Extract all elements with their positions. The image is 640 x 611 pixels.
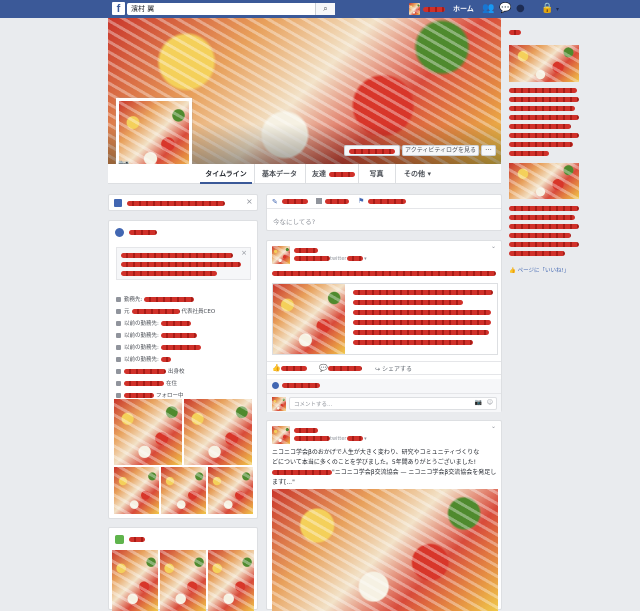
chevron-down-icon[interactable]: ▾ [556, 6, 559, 13]
photos-card [108, 527, 258, 611]
briefcase-icon [116, 321, 121, 326]
top-bar: f ⌕ ホーム 👥 💬 ● 🔒 ▾ [0, 0, 640, 18]
photo-tab[interactable] [325, 199, 349, 204]
search-box: ⌕ [127, 3, 335, 15]
comment-input[interactable]: コメントする... 📷 ☺ [289, 397, 497, 410]
photo-thumbnail[interactable] [114, 399, 182, 465]
avatar[interactable] [409, 3, 420, 15]
composer-input[interactable]: 今なにしてる? [273, 216, 315, 226]
post-card: twitter ▾ ⌄ 👍 💬 ↪ シェアする コメントする... 📷 ☺ [266, 240, 502, 412]
tab-photos[interactable]: 写真 [358, 164, 394, 184]
like-reaction-icon [272, 382, 279, 389]
briefcase-icon [116, 345, 121, 350]
briefcase-icon [116, 357, 121, 362]
lock-icon[interactable]: 🔒 [541, 3, 553, 14]
graduation-cap-icon [116, 369, 121, 374]
past-work-row: 以前の勤務先: [116, 343, 201, 351]
flag-icon: ⚑ [358, 197, 365, 205]
comment-icon: 💬 [319, 364, 328, 372]
emoji-icon[interactable]: ☺ [487, 399, 493, 406]
briefcase-icon [116, 297, 121, 302]
tab-timeline[interactable]: タイムライン [200, 164, 252, 184]
photo-icon [316, 198, 322, 204]
home-link[interactable]: ホーム [453, 4, 474, 14]
rss-icon [116, 393, 121, 398]
chevron-down-icon[interactable]: ⌄ [491, 423, 496, 430]
tab-friends[interactable]: 友達 [305, 164, 357, 184]
composer-card: ✎ ⚑ 今なにしてる? [266, 194, 502, 231]
photo-thumbnail[interactable] [208, 467, 253, 514]
location-row: 在住 [116, 379, 177, 387]
activity-log-button[interactable]: アクティビティログを見る [402, 145, 479, 156]
search-input[interactable] [131, 3, 311, 15]
like-icon: 👍 [272, 364, 281, 372]
avatar[interactable] [272, 426, 290, 444]
post-image[interactable] [272, 489, 498, 611]
link-preview[interactable] [272, 283, 498, 355]
magnifier-icon[interactable]: ⌕ [315, 3, 335, 15]
bio-box: × [116, 247, 251, 280]
photo-thumbnail[interactable] [114, 467, 159, 514]
share-button[interactable]: ↪ シェアする [375, 364, 412, 373]
briefcase-icon [116, 309, 121, 314]
location-pin-icon [116, 381, 121, 386]
more-options-button[interactable]: ··· [481, 145, 496, 156]
life-event-tab[interactable] [368, 199, 406, 204]
ad-image[interactable] [509, 163, 579, 199]
post-text: ニコニコ学会βのおかげで人生が大きく変わり、研究やコミュニティづくりな どについ… [272, 449, 497, 486]
photo-thumbnail[interactable] [112, 550, 158, 611]
author-name[interactable] [294, 428, 318, 433]
edit-icon [114, 199, 122, 207]
close-icon[interactable]: × [241, 249, 247, 257]
pencil-icon: ✎ [272, 198, 278, 206]
globe-icon [115, 228, 124, 237]
camera-icon[interactable]: 📷 [475, 399, 482, 406]
about-card: × 勤務先: 元代表社員CEO 以前の勤務先: 以前の勤務先: 以前の勤務先: … [108, 220, 258, 519]
followers-row: フォロー中 [116, 391, 184, 399]
link-preview-image [273, 284, 345, 354]
share-icon: ↪ [375, 366, 381, 373]
post-card: twitter ▾ ⌄ ニコニコ学会βのおかげで人生が大きく変わり、研究やコミュ… [266, 420, 502, 611]
facebook-logo[interactable]: f [112, 2, 125, 15]
page-like-button[interactable]: 👍 ページに「いいね!」 [509, 266, 569, 274]
avatar[interactable] [272, 246, 290, 264]
tab-about[interactable]: 基本データ [254, 164, 304, 184]
past-work-row: 以前の勤務先: [116, 319, 191, 327]
photo-thumbnail[interactable] [161, 467, 206, 514]
likers-list[interactable] [282, 383, 320, 388]
tab-more[interactable]: その他 ▾ [395, 164, 439, 184]
intro-card: × [108, 194, 258, 211]
work-row: 元代表社員CEO [116, 307, 215, 315]
photo-thumbnail[interactable] [184, 399, 252, 465]
author-name[interactable] [294, 248, 318, 253]
messages-icon[interactable]: 💬 [499, 3, 511, 14]
photo-thumbnail[interactable] [160, 550, 206, 611]
close-icon[interactable]: × [246, 197, 253, 206]
chevron-down-icon[interactable]: ⌄ [491, 243, 496, 250]
friends-icon[interactable]: 👥 [482, 3, 494, 14]
status-tab[interactable] [282, 199, 308, 204]
avatar [272, 397, 286, 411]
past-work-row: 以前の勤務先: [116, 355, 171, 363]
briefcase-icon [116, 333, 121, 338]
like-button[interactable] [281, 366, 307, 371]
comment-button[interactable] [328, 366, 362, 371]
like-icon: 👍 [509, 268, 516, 274]
work-row: 勤務先: [116, 295, 195, 303]
profile-name-link[interactable] [423, 7, 445, 12]
education-row: 出身校 [116, 367, 185, 375]
photos-icon [115, 535, 124, 544]
ad-image[interactable] [509, 45, 579, 82]
timeline-nav: タイムライン 基本データ 友達 写真 その他 ▾ [108, 164, 501, 184]
profile-name-button[interactable] [344, 145, 400, 156]
photo-thumbnail[interactable] [208, 550, 254, 611]
globe-icon[interactable]: ● [516, 3, 525, 14]
past-work-row: 以前の勤務先: [116, 331, 197, 339]
